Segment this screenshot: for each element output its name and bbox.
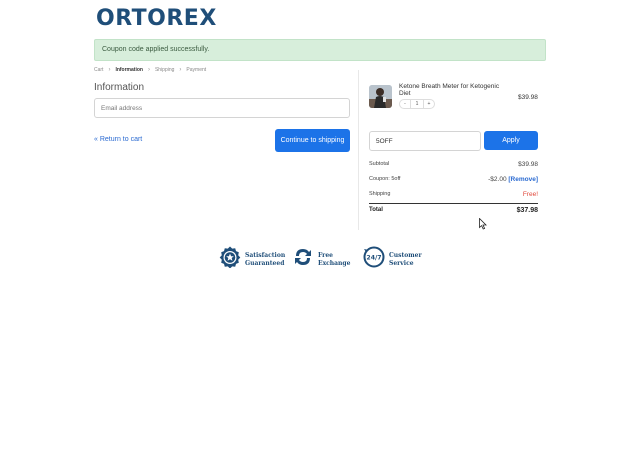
exchange-arrows-icon [292,246,314,273]
breadcrumb-shipping: Shipping [154,67,175,73]
badge-exchange-line1: Free [318,252,333,259]
total-row: Total $37.98 [369,207,538,214]
chevron-right-icon: › [147,67,150,73]
quantity-increase-button[interactable]: + [424,100,434,109]
breadcrumb-cart[interactable]: Cart [94,67,103,73]
return-to-cart-link[interactable]: « Return to cart [94,136,142,143]
breadcrumb-information: Information [115,67,143,73]
badge-exchange-line2: Exchange [318,259,351,267]
badge-service-line1: Customer [389,252,422,259]
total-divider [369,203,538,204]
quantity-value[interactable]: 1 [410,99,424,109]
badge-service-line2: Service [389,259,414,267]
subtotal-row: Subtotal $39.98 [369,161,538,168]
breadcrumb: Cart › Information › Shipping › Payment [94,67,206,73]
coupon-value-group: -$2.00 [Remove] [488,176,538,183]
badge-satisfaction-line1: Satisfaction [245,252,286,259]
mouse-cursor-icon [479,217,487,235]
email-field[interactable] [94,98,350,118]
coupon-discount-value: -$2.00 [488,176,507,183]
badge-customer-service: 24/7 Customer Service [363,246,422,273]
apply-coupon-button[interactable]: Apply [484,131,538,150]
quantity-stepper: - 1 + [399,99,435,109]
24-7-support-icon: 24/7 [363,246,385,273]
quantity-decrease-button[interactable]: - [400,100,410,109]
product-price: $39.98 [518,94,538,101]
continue-to-shipping-button[interactable]: Continue to shipping [275,129,350,152]
shipping-row: Shipping Free! [369,191,538,198]
shipping-value: Free! [522,191,538,198]
subtotal-value: $39.98 [518,161,538,168]
badge-24-7-glyph: 24/7 [366,254,381,261]
subtotal-label: Subtotal [369,161,390,167]
total-value: $37.98 [516,207,538,214]
brand-logo[interactable]: ORTOREX [96,6,217,31]
product-name: Ketone Breath Meter for Ketogenic Diet [399,83,500,97]
badge-satisfaction: Satisfaction Guaranteed [219,246,285,273]
star-seal-icon [219,246,241,273]
coupon-row: Coupon: 5off -$2.00 [Remove] [369,176,538,183]
information-heading: Information [94,82,145,93]
badge-satisfaction-line2: Guaranteed [245,259,285,267]
column-divider [358,70,359,230]
coupon-success-notice: Coupon code applied successfully. [94,39,546,61]
total-label: Total [369,207,383,213]
coupon-code-field[interactable] [369,131,481,151]
badge-free-exchange: Free Exchange [292,246,350,273]
chevron-right-icon: › [179,67,182,73]
remove-coupon-link[interactable]: [Remove] [508,176,538,183]
chevron-right-icon: › [108,67,111,73]
breadcrumb-payment: Payment [186,67,207,73]
coupon-label: Coupon: 5off [369,176,401,182]
shipping-label: Shipping [369,191,391,197]
product-thumbnail [369,85,392,108]
